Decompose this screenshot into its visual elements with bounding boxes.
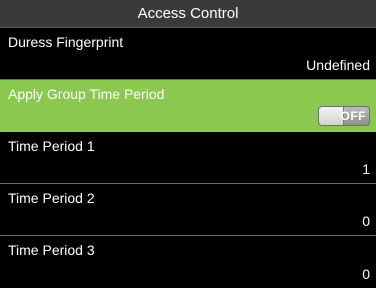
- menu-item-apply-group-time-period[interactable]: Apply Group Time Period OFF: [0, 80, 376, 132]
- menu-item-duress-fingerprint[interactable]: Duress Fingerprint Undefined: [0, 28, 376, 80]
- menu-item-value: Undefined: [306, 57, 370, 73]
- toggle-switch[interactable]: OFF: [318, 106, 370, 126]
- title-bar: Access Control: [0, 0, 376, 28]
- menu-item-time-period-2[interactable]: Time Period 2 0: [0, 184, 376, 236]
- menu-item-label: Time Period 2: [8, 190, 95, 206]
- toggle-state-label: OFF: [340, 109, 366, 123]
- menu-item-label: Apply Group Time Period: [8, 86, 165, 102]
- menu-item-value: 0: [362, 213, 370, 229]
- menu-item-value: 0: [362, 266, 370, 282]
- menu-item-label: Duress Fingerprint: [8, 34, 124, 50]
- menu-item-value: 1: [362, 161, 370, 177]
- page-title: Access Control: [137, 5, 239, 22]
- menu-item-label: Time Period 1: [8, 138, 95, 154]
- menu-item-time-period-3[interactable]: Time Period 3 0: [0, 236, 376, 288]
- menu-item-time-period-1[interactable]: Time Period 1 1: [0, 132, 376, 184]
- menu-item-label: Time Period 3: [8, 242, 95, 258]
